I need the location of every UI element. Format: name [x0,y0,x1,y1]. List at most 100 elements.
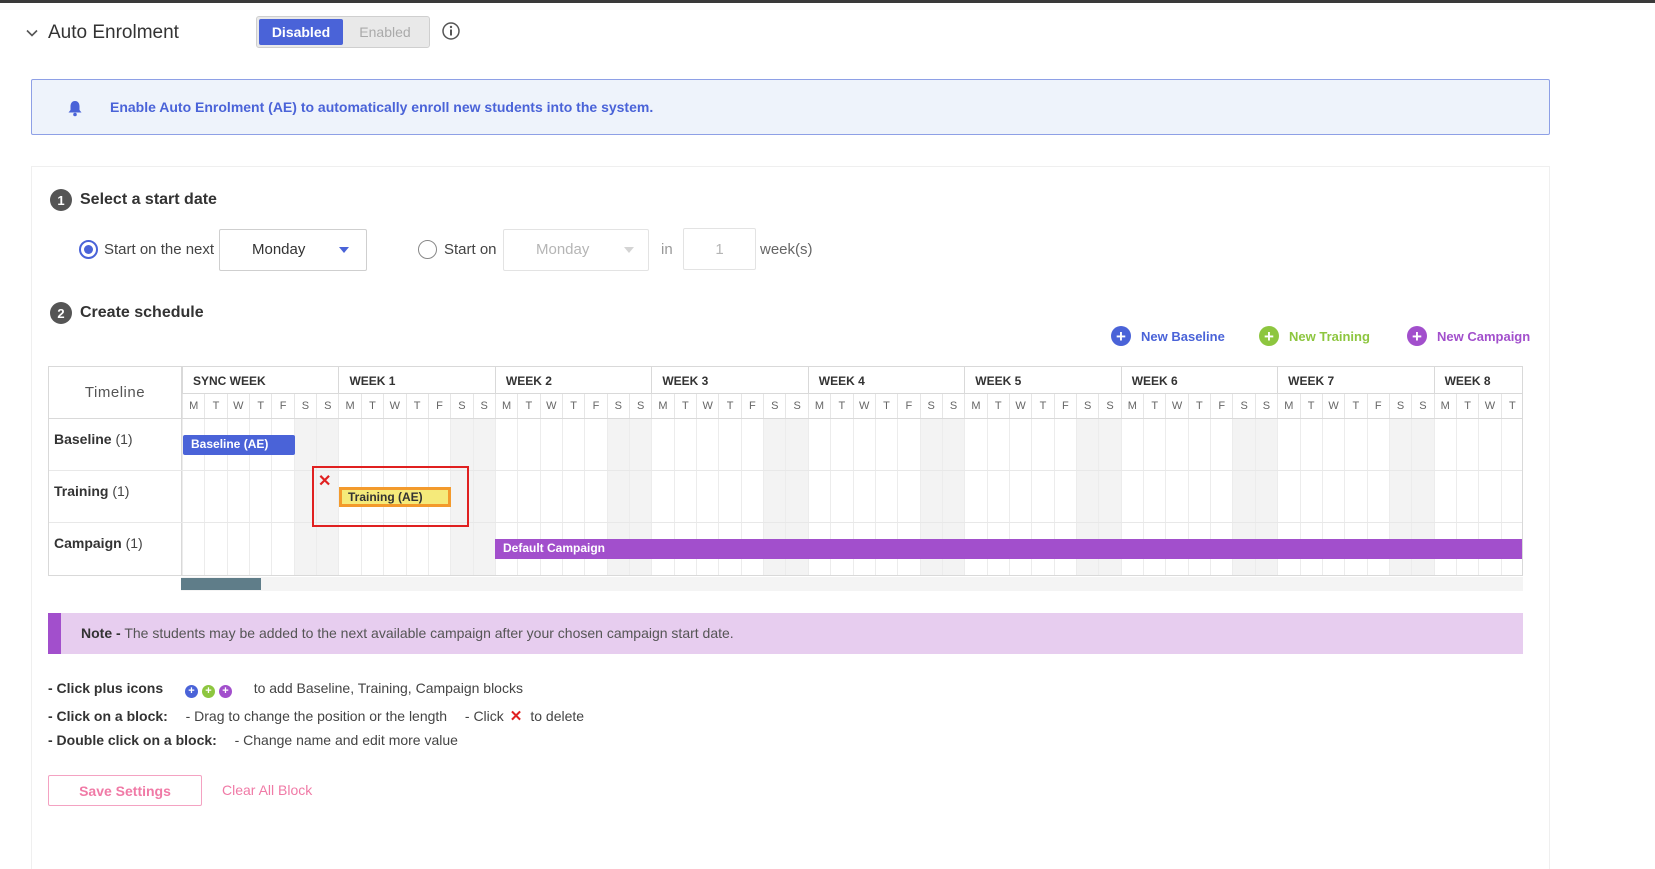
day-header: M [964,394,986,418]
note-box: Note - The students may be added to the … [48,613,1523,654]
day-header: T [405,394,428,418]
new-training-button[interactable]: + New Training [1259,326,1370,346]
row-label-training: Training (1) [49,471,182,523]
day-header: S [472,394,495,418]
day-header: T [718,394,740,418]
day-header: F [584,394,606,418]
day-header: T [1187,394,1210,418]
help-click-drag: - Drag to change the position or the len… [185,708,448,724]
day-header: T [204,394,226,418]
start-next-label: Start on the next [104,241,215,258]
help-line-dblclick: - Double click on a block: - Change name… [48,732,458,748]
day-header: T [517,394,539,418]
day-header: M [1277,394,1299,418]
week-header: WEEK 3 [651,367,807,393]
week-header: WEEK 2 [494,367,651,393]
timeline-scrollbar[interactable] [181,577,1523,591]
row-name: Campaign [54,535,122,551]
start-next-day-select[interactable]: Monday [219,229,367,271]
day-header: T [249,394,271,418]
plus-circle-icon: + [1407,326,1427,346]
note-label: Note - [81,625,121,641]
toggle-disabled-option[interactable]: Disabled [259,19,343,45]
help-line-plus: - Click plus icons + + + to add Baseline, … [48,680,523,698]
bell-icon [68,101,82,117]
step2-number: 2 [50,302,72,324]
auto-enrolment-toggle[interactable]: Disabled Enabled [256,16,430,48]
help-line-click: - Click on a block: - Drag to change the… [48,707,584,725]
radio-start-next[interactable] [79,240,98,259]
week-header: WEEK 5 [964,367,1120,393]
day-header: T [1344,394,1366,418]
chevron-down-icon[interactable] [26,27,38,39]
save-settings-button[interactable]: Save Settings [48,775,202,806]
delete-x-icon: ✕ [509,708,523,725]
day-header: F [897,394,919,418]
day-header: T [986,394,1009,418]
day-header: W [1008,394,1031,418]
toggle-enabled-option[interactable]: Enabled [343,19,427,45]
new-baseline-label: New Baseline [1141,328,1225,344]
week-header-divider [182,393,1522,394]
info-banner: Enable Auto Enrolment (AE) to automatica… [31,79,1550,135]
day-header: T [561,394,584,418]
week-header: WEEK 8 [1433,367,1522,393]
new-baseline-button[interactable]: + New Baseline [1111,326,1225,346]
start-on-label: Start on [444,241,497,258]
day-header-divider [49,418,1522,419]
row-label-baseline: Baseline (1) [49,419,182,471]
day-header: F [740,394,763,418]
step1-title: Select a start date [80,191,217,208]
row-divider [49,522,1522,523]
week-header: WEEK 4 [807,367,964,393]
day-header: T [360,394,383,418]
step2-title: Create schedule [80,304,204,321]
schedule-timeline[interactable]: Timeline MTWTFSSMTWTFSSMTWTFSSMTWTFSSMTW… [48,366,1523,576]
help-click-label: - Click on a block: [48,708,168,724]
campaign-block[interactable]: Default Campaign [495,539,1522,559]
row-name: Training [54,483,109,499]
timeline-scrollbar-thumb[interactable] [181,578,261,590]
day-header: W [696,394,718,418]
day-header: T [1143,394,1165,418]
row-count: (1) [125,535,143,551]
banner-text: Enable Auto Enrolment (AE) to automatica… [110,99,654,115]
plus-circle-icon: + [1111,326,1131,346]
day-header: S [629,394,651,418]
auto-enrolment-header[interactable]: Auto Enrolment [26,18,179,48]
row-count: (1) [112,483,130,499]
day-header: S [1388,394,1411,418]
day-header: W [852,394,875,418]
day-header: W [1321,394,1344,418]
timeline-header: Timeline [49,367,182,419]
day-header: T [830,394,852,418]
weeks-input[interactable]: 1 [683,228,756,270]
plus-circle-icon: + [1259,326,1279,346]
start-on-day-select[interactable]: Monday [503,229,649,271]
new-campaign-button[interactable]: + New Campaign [1407,326,1530,346]
day-header: F [1366,394,1389,418]
day-header: M [338,394,360,418]
day-header: S [785,394,807,418]
info-icon[interactable] [441,21,461,41]
day-header: S [1076,394,1098,418]
delete-block-icon[interactable]: ✕ [318,474,331,490]
weeks-label: week(s) [760,241,813,258]
clear-all-block-link[interactable]: Clear All Block [222,782,312,798]
day-header: W [539,394,562,418]
baseline-block[interactable]: Baseline (AE) [183,435,295,455]
row-label-campaign: Campaign (1) [49,523,182,575]
day-header: S [1098,394,1120,418]
day-header: F [271,394,293,418]
week-header: SYNC WEEK [182,367,338,393]
top-border [0,0,1655,3]
day-column[interactable] [472,419,495,575]
page-title: Auto Enrolment [48,22,179,43]
in-label: in [661,241,673,258]
day-header: S [919,394,942,418]
day-header: M [1433,394,1456,418]
week-header: WEEK 7 [1277,367,1433,393]
day-header: S [763,394,785,418]
radio-start-on[interactable] [418,240,437,259]
day-header: W [1478,394,1500,418]
